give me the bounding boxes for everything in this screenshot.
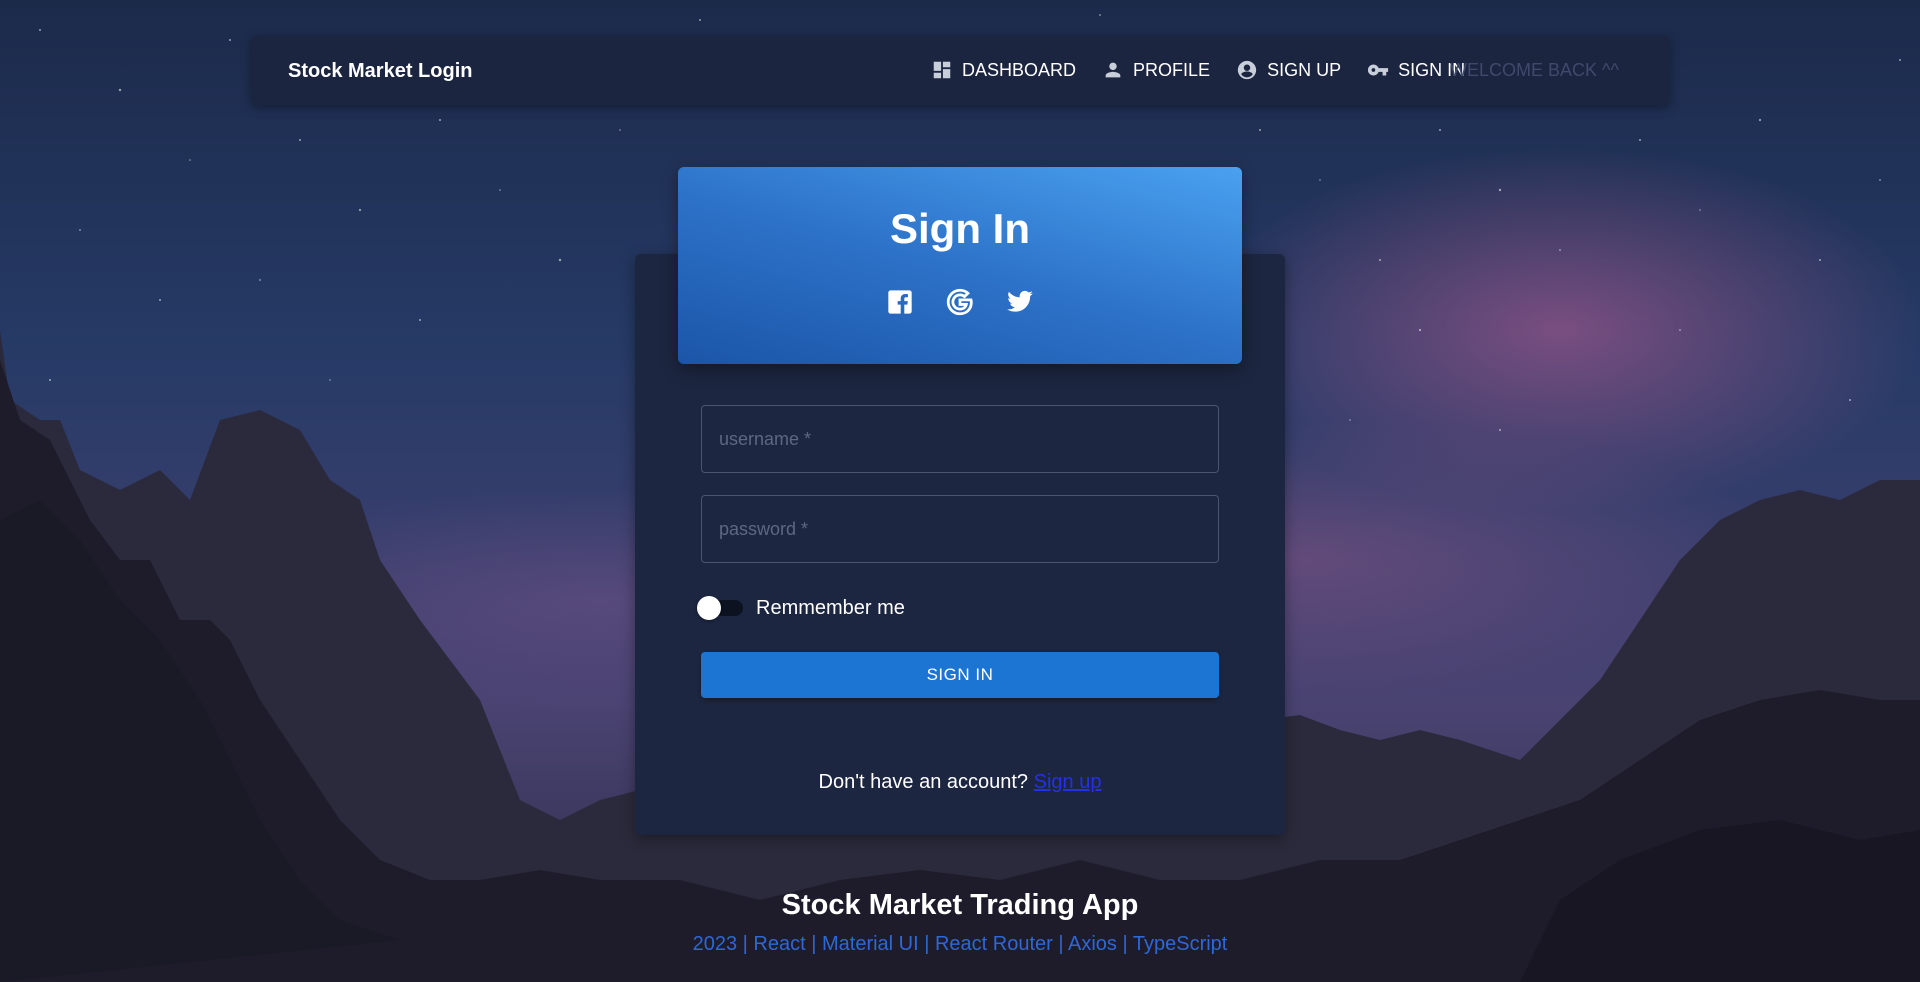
password-field[interactable] xyxy=(701,495,1219,563)
dashboard-icon xyxy=(933,61,951,79)
brand-title[interactable]: Stock Market Login xyxy=(288,60,472,83)
nav-profile[interactable]: PROFILE xyxy=(1102,59,1210,81)
remember-me-row: Remmember me xyxy=(697,596,905,620)
twitter-icon xyxy=(1007,290,1033,312)
footer-tech-links[interactable]: 2023 | React | Material UI | React Route… xyxy=(0,933,1920,956)
google-icon xyxy=(946,288,973,316)
signup-prompt: Don't have an account? Sign up xyxy=(635,771,1285,794)
signin-card-header: Sign In xyxy=(678,167,1242,364)
nav-profile-label: PROFILE xyxy=(1133,59,1211,80)
nav-dashboard[interactable]: DASHBOARD xyxy=(931,59,1076,81)
toggle-thumb xyxy=(697,596,721,620)
username-input[interactable] xyxy=(702,406,1218,472)
signin-title: Sign In xyxy=(890,205,1030,252)
nav-sign-up-label: SIGN UP xyxy=(1267,59,1342,80)
footer-title: Stock Market Trading App xyxy=(781,889,1139,921)
sign-up-link[interactable]: Sign up xyxy=(1034,771,1102,793)
remember-me-label: Remmember me xyxy=(756,596,905,619)
welcome-text: WELCOME BACK ^^ xyxy=(1450,60,1619,80)
account-circle-icon xyxy=(1237,60,1257,80)
account-prompt-text: Don't have an account? xyxy=(818,771,1034,793)
key-icon xyxy=(1367,64,1389,76)
password-input[interactable] xyxy=(702,496,1218,562)
twitter-login-button[interactable] xyxy=(1006,288,1034,316)
google-login-button[interactable] xyxy=(946,288,974,316)
facebook-icon xyxy=(888,290,912,314)
nav-links: DASHBOARD PROFILE SIGN UP SIGN IN xyxy=(931,59,1465,81)
sign-in-button[interactable]: SIGN IN xyxy=(701,652,1219,698)
nav-dashboard-label: DASHBOARD xyxy=(962,59,1077,80)
top-navbar: Stock Market Login DASHBOARD PROFILE SIG… xyxy=(251,36,1670,105)
person-icon xyxy=(1105,62,1121,78)
username-field[interactable] xyxy=(701,405,1219,473)
remember-me-toggle[interactable] xyxy=(697,596,745,620)
facebook-login-button[interactable] xyxy=(886,288,914,316)
nav-sign-up[interactable]: SIGN UP xyxy=(1236,59,1341,81)
